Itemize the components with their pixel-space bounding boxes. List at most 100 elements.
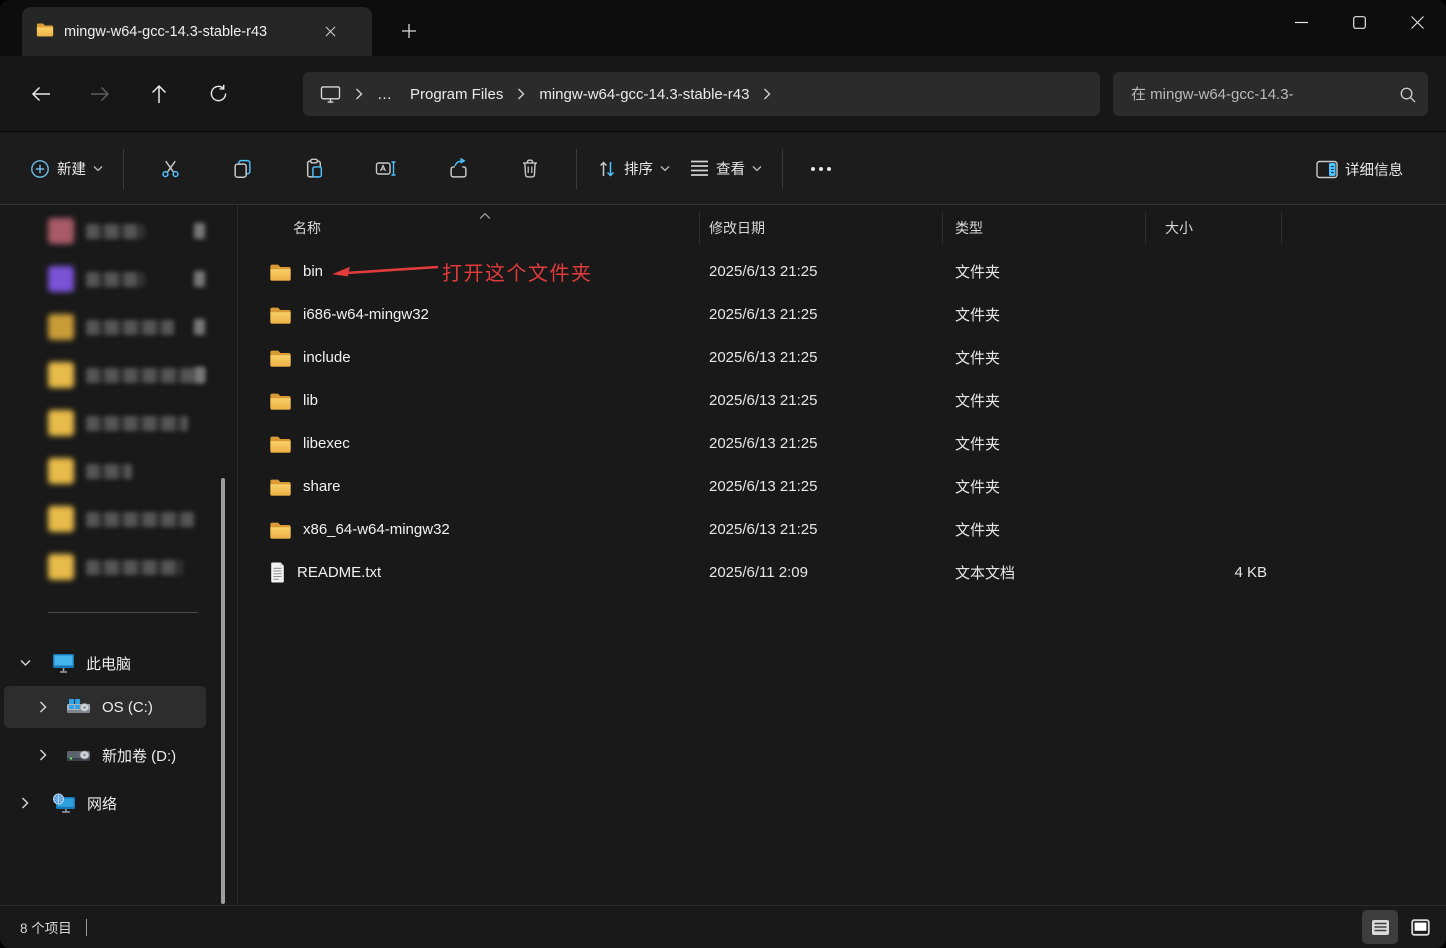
breadcrumb-ellipsis[interactable]: …: [368, 81, 401, 108]
chevron-right-icon[interactable]: [18, 797, 32, 809]
view-icon: [690, 160, 709, 177]
table-row[interactable]: lib2025/6/13 21:25文件夹: [238, 379, 1446, 422]
column-header-name[interactable]: 名称: [293, 206, 321, 250]
sidebar-item-blurred[interactable]: [48, 552, 182, 582]
blurred-icon: [48, 362, 74, 388]
column-separator[interactable]: [942, 212, 943, 244]
explorer-tab[interactable]: mingw-w64-gcc-14.3-stable-r43: [22, 7, 372, 56]
this-pc-icon[interactable]: [311, 80, 350, 109]
address-bar[interactable]: … Program Files mingw-w64-gcc-14.3-stabl…: [303, 72, 1100, 116]
file-type: 文件夹: [942, 519, 1145, 540]
file-explorer-window: mingw-w64-gcc-14.3-stable-r43: [0, 0, 1446, 948]
file-name: share: [303, 478, 341, 495]
sidebar-item-this-pc[interactable]: 此电脑: [4, 642, 206, 684]
refresh-button[interactable]: [195, 74, 241, 114]
sidebar-item-blurred[interactable]: [48, 504, 194, 534]
thumbnail-view-button[interactable]: [1402, 910, 1438, 944]
minimize-button[interactable]: [1272, 0, 1330, 44]
ellipsis-icon: [810, 166, 832, 172]
blurred-icon: [48, 458, 74, 484]
folder-icon: [269, 349, 292, 367]
table-row[interactable]: include2025/6/13 21:25文件夹: [238, 336, 1446, 379]
command-bar: 新建 排序 查看: [0, 133, 1446, 205]
up-button[interactable]: [136, 74, 182, 114]
network-icon: [52, 793, 76, 813]
breadcrumb-chevron-icon[interactable]: [758, 88, 776, 100]
pin-icon: [194, 271, 205, 287]
search-box[interactable]: [1113, 72, 1428, 116]
search-input[interactable]: [1129, 85, 1399, 104]
sidebar-item-blurred[interactable]: [48, 408, 188, 438]
view-button[interactable]: 查看: [680, 148, 772, 190]
folder-icon: [269, 306, 292, 324]
sidebar-item-blurred[interactable]: [48, 264, 144, 294]
folder-icon: [36, 22, 54, 42]
column-separator[interactable]: [1281, 212, 1282, 244]
delete-button[interactable]: [506, 148, 554, 190]
column-header-date[interactable]: 修改日期: [709, 206, 765, 250]
file-type: 文件夹: [942, 390, 1145, 411]
rename-button[interactable]: [362, 148, 410, 190]
this-pc-icon: [52, 653, 75, 673]
details-view-button[interactable]: [1362, 910, 1398, 944]
sidebar-item-os-c-drive[interactable]: OS (C:): [4, 686, 206, 728]
sort-button[interactable]: 排序: [587, 148, 680, 190]
sidebar-item-blurred[interactable]: [48, 312, 174, 342]
table-row[interactable]: libexec2025/6/13 21:25文件夹: [238, 422, 1446, 465]
status-bar: 8 个项目: [0, 905, 1446, 948]
share-button[interactable]: [434, 148, 482, 190]
data-drive-icon: [66, 746, 91, 765]
pin-icon: [194, 223, 205, 239]
paste-button[interactable]: [290, 148, 338, 190]
new-tab-button[interactable]: [392, 14, 426, 48]
file-list: 名称 修改日期 类型 大小 bin2025/6/13 21:25文件夹i686-…: [238, 206, 1446, 905]
blurred-label: [86, 368, 204, 383]
sidebar-item-blurred[interactable]: [48, 216, 144, 246]
close-button[interactable]: [1388, 0, 1446, 44]
copy-button[interactable]: [218, 148, 266, 190]
back-button[interactable]: [18, 74, 64, 114]
blurred-label: [86, 416, 188, 431]
column-separator[interactable]: [699, 212, 700, 244]
file-name: libexec: [303, 435, 350, 452]
details-view-icon: [1371, 919, 1390, 936]
file-rows: bin2025/6/13 21:25文件夹i686-w64-mingw32202…: [238, 250, 1446, 594]
sidebar-item-d-drive[interactable]: 新加卷 (D:): [4, 734, 206, 776]
cut-button[interactable]: [146, 148, 194, 190]
blurred-icon: [48, 506, 74, 532]
table-row[interactable]: x86_64-w64-mingw322025/6/13 21:25文件夹: [238, 508, 1446, 551]
breadcrumb-current-folder[interactable]: mingw-w64-gcc-14.3-stable-r43: [530, 81, 758, 108]
window-controls: [1272, 0, 1446, 48]
view-toggles: [1362, 910, 1438, 944]
column-separator[interactable]: [1145, 212, 1146, 244]
table-row[interactable]: i686-w64-mingw322025/6/13 21:25文件夹: [238, 293, 1446, 336]
search-icon[interactable]: [1399, 86, 1416, 103]
sidebar-scrollbar[interactable]: [221, 478, 225, 904]
chevron-right-icon[interactable]: [36, 701, 50, 713]
file-type: 文件夹: [942, 433, 1145, 454]
file-name: README.txt: [297, 564, 381, 581]
maximize-button[interactable]: [1330, 0, 1388, 44]
forward-button[interactable]: [77, 74, 123, 114]
chevron-down-icon[interactable]: [18, 659, 32, 667]
column-header-type[interactable]: 类型: [955, 206, 983, 250]
sidebar: 此电脑 OS (C:) 新加卷 (D:): [0, 206, 238, 905]
sort-ascending-icon: [478, 207, 492, 225]
sidebar-item-blurred[interactable]: [48, 456, 132, 486]
blurred-icon: [48, 218, 74, 244]
tab-title: mingw-w64-gcc-14.3-stable-r43: [64, 24, 314, 40]
new-button[interactable]: 新建: [20, 148, 113, 190]
table-row[interactable]: README.txt2025/6/11 2:09文本文档4 KB: [238, 551, 1446, 594]
chevron-down-icon: [93, 165, 103, 172]
more-options-button[interactable]: [797, 148, 845, 190]
tab-close-icon[interactable]: [316, 18, 344, 46]
chevron-right-icon[interactable]: [36, 749, 50, 761]
sidebar-item-blurred[interactable]: [48, 360, 204, 390]
column-header-size[interactable]: 大小: [1165, 206, 1193, 250]
breadcrumb-program-files[interactable]: Program Files: [401, 81, 512, 108]
file-type: 文件夹: [942, 347, 1145, 368]
sidebar-item-network[interactable]: 网络: [4, 782, 206, 824]
table-row[interactable]: share2025/6/13 21:25文件夹: [238, 465, 1446, 508]
details-pane-button[interactable]: 详细信息: [1306, 148, 1420, 190]
breadcrumb-chevron-icon[interactable]: [512, 88, 530, 100]
